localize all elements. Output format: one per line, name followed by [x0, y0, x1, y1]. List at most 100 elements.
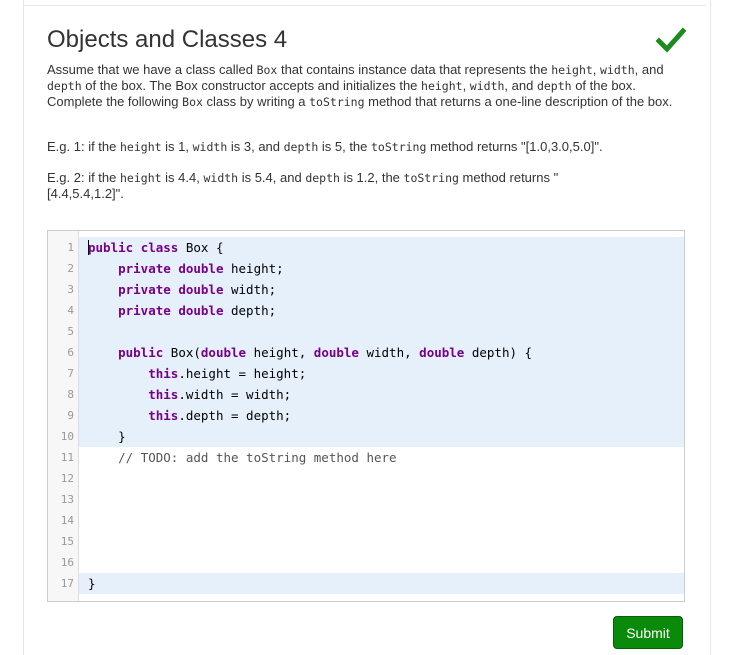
line-number: 7: [67, 367, 74, 380]
check-icon: [656, 27, 686, 53]
inline-code: height: [551, 63, 593, 77]
inline-code: depth: [283, 140, 319, 154]
code-line[interactable]: 16: [48, 552, 684, 573]
line-number: 5: [67, 325, 74, 338]
code-text[interactable]: private double depth;: [79, 300, 684, 321]
line-number: 6: [67, 346, 74, 359]
line-number: 1: [67, 241, 74, 254]
description-text: is 5, the: [318, 139, 371, 154]
description-text: E.g. 1: if the: [47, 139, 120, 154]
code-keyword: class: [140, 240, 179, 255]
code-keyword: double: [313, 345, 359, 360]
line-number: 3: [67, 283, 74, 296]
code-text[interactable]: public Box(double height, double width, …: [79, 342, 684, 363]
code-token: }: [88, 429, 126, 444]
inline-code: depth: [47, 79, 82, 93]
code-text[interactable]: [79, 321, 684, 342]
code-text[interactable]: [79, 468, 684, 489]
code-keyword: this: [148, 366, 179, 381]
code-line[interactable]: 4 private double depth;: [48, 300, 684, 321]
code-line[interactable]: 12: [48, 468, 684, 489]
code-text[interactable]: this.height = height;: [79, 363, 684, 384]
inline-code: height: [421, 79, 463, 93]
code-token: depth) {: [464, 345, 533, 360]
description-text: is 3, and: [227, 139, 284, 154]
code-text[interactable]: [79, 489, 684, 510]
inline-code: width: [203, 171, 239, 185]
page-title: Objects and Classes 4: [47, 26, 288, 53]
code-line[interactable]: 8 this.width = width;: [48, 384, 684, 405]
code-keyword: private: [118, 261, 171, 276]
line-number: 2: [67, 262, 74, 275]
code-keyword: double: [200, 345, 247, 360]
code-text[interactable]: }: [79, 426, 684, 447]
inline-code: width: [600, 63, 635, 77]
code-line[interactable]: 6 public Box(double height, double width…: [48, 342, 684, 363]
line-number: 15: [60, 535, 74, 548]
description-text: , and: [634, 62, 664, 77]
description-text: is 5.4, and: [238, 170, 306, 185]
code-keyword: private: [118, 282, 171, 297]
code-line[interactable]: 10 }: [48, 426, 684, 447]
code-text[interactable]: [79, 510, 684, 531]
code-token: width;: [223, 282, 277, 297]
description-text: ,: [592, 62, 601, 77]
code-text[interactable]: // TODO: add the toString method here: [79, 447, 684, 468]
code-keyword: this: [148, 408, 179, 423]
description-text: , and: [504, 78, 537, 93]
code-text[interactable]: }: [79, 573, 684, 594]
code-line[interactable]: 13: [48, 489, 684, 510]
line-number: 11: [60, 451, 74, 464]
code-line[interactable]: 5: [48, 321, 684, 342]
line-number: 16: [60, 556, 74, 569]
code-text[interactable]: this.depth = depth;: [79, 405, 684, 426]
description-text: is 1.2, the: [339, 170, 404, 185]
code-text[interactable]: public class Box {: [79, 237, 684, 258]
line-number: 9: [67, 409, 74, 422]
description-text: of the box. The Box constructor accepts …: [81, 78, 422, 93]
code-line[interactable]: 1 public class Box {: [48, 237, 684, 258]
line-number: 14: [60, 514, 74, 527]
code-line[interactable]: 7 this.height = height;: [48, 363, 684, 384]
code-keyword: public: [88, 240, 134, 255]
inline-code: Box: [182, 95, 203, 109]
code-editor[interactable]: 1 public class Box {2 private double heig…: [47, 230, 685, 602]
code-text[interactable]: [79, 552, 684, 573]
code-keyword: this: [148, 387, 179, 402]
line-number: 13: [60, 493, 74, 506]
code-keyword: public: [118, 345, 164, 360]
code-line[interactable]: 9 this.depth = depth;: [48, 405, 684, 426]
code-keyword: double: [419, 345, 465, 360]
example-1: E.g. 1: if the height is 1, width is 3, …: [47, 139, 677, 155]
line-number: 8: [67, 388, 74, 401]
code-text[interactable]: private double width;: [79, 279, 684, 300]
inline-code: width: [469, 79, 505, 93]
code-line[interactable]: 11 // TODO: add the toString method here: [48, 447, 684, 468]
inline-code: Box: [256, 63, 278, 77]
description-text: is 4.4,: [161, 170, 204, 185]
code-line[interactable]: 14: [48, 510, 684, 531]
code-keyword: private: [118, 303, 171, 318]
line-number: 4: [67, 304, 74, 317]
line-number: 10: [60, 430, 74, 443]
code-comment: // TODO: add the toString method here: [118, 450, 397, 465]
line-number: 12: [60, 472, 74, 485]
code-text[interactable]: this.width = width;: [79, 384, 684, 405]
code-text[interactable]: [79, 531, 684, 552]
code-line[interactable]: 17}: [48, 573, 684, 594]
code-token: .height = height;: [178, 366, 307, 381]
code-line[interactable]: 3 private double width;: [48, 279, 684, 300]
code-line[interactable]: 2 private double height;: [48, 258, 684, 279]
code-text[interactable]: private double height;: [79, 258, 684, 279]
submit-button[interactable]: Submit: [613, 616, 683, 649]
problem-description: Assume that we have a class called Box t…: [47, 62, 677, 110]
code-token: .width = width;: [178, 387, 292, 402]
description-text: method that returns a one-line descripti…: [364, 94, 673, 109]
inline-code: height: [120, 140, 162, 154]
code-line[interactable]: 15: [48, 531, 684, 552]
